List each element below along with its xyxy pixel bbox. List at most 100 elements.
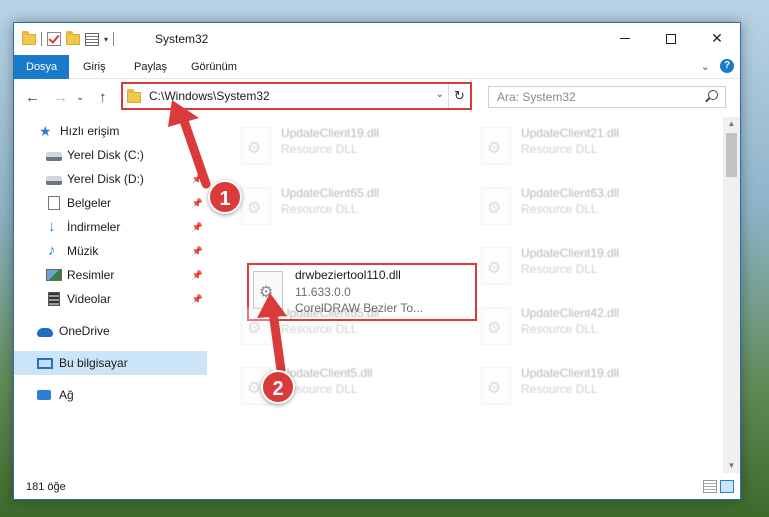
pin-icon[interactable]: 📌 [192,246,203,257]
file-tile[interactable]: UpdateClient19.dll Resource DLL [235,119,465,171]
address-bar[interactable]: C:\Windows\System32 ⌄ ↻ [121,82,472,110]
search-icon[interactable] [708,90,718,100]
sidebar-item-downloads[interactable]: ↓ İndirmeler 📌 [14,215,207,239]
file-tile[interactable]: UpdateClient65.dll Resource DLL [235,299,465,351]
sidebar-item-label: Hızlı erişim [60,124,120,138]
file-description: Resource DLL [281,322,358,336]
sidebar-item-this-pc[interactable]: Bu bilgisayar [14,351,207,375]
tab-paylas[interactable]: Paylaş [122,55,179,79]
file-tile[interactable]: UpdateClient65.dll Resource DLL [235,179,465,231]
help-icon[interactable]: ? [720,59,734,73]
sidebar-item-disk-c[interactable]: Yerel Disk (C:) [14,143,207,167]
file-list: UpdateClient19.dll Resource DLL UpdateCl… [213,117,723,473]
dll-file-icon [481,367,511,405]
pin-icon[interactable]: 📌 [192,198,203,209]
document-icon [48,196,60,210]
sidebar-item-label: Yerel Disk (C:) [67,148,144,162]
refresh-icon[interactable]: ↻ [448,84,470,108]
tab-giris[interactable]: Giriş [71,55,118,79]
search-box[interactable]: Ara: System32 [488,86,726,108]
scroll-down-arrow-icon[interactable]: ▼ [723,459,740,473]
sidebar-item-videos[interactable]: Videolar 📌 [14,287,207,311]
title-bar: ▾ System32 ✕ [14,23,740,55]
address-folder-icon [127,89,141,103]
file-name: UpdateClient63.dll [521,186,620,200]
sidebar-item-pictures[interactable]: Resimler 📌 [14,263,207,287]
close-button[interactable]: ✕ [694,23,740,54]
step-badge-2: 2 [261,370,295,404]
sidebar-item-label: Bu bilgisayar [59,356,128,370]
file-tile[interactable]: UpdateClient19.dll Resource DLL [475,359,705,411]
scrollbar-thumb[interactable] [726,133,737,177]
window-controls: ✕ [602,23,740,54]
recent-locations-chevron-icon[interactable]: ⌄ [76,92,84,103]
sidebar-item-label: Ağ [59,388,74,402]
address-path[interactable]: C:\Windows\System32 [149,89,270,103]
quick-access-toolbar: ▾ [22,30,115,47]
sidebar-item-label: Müzik [67,244,99,258]
pin-icon[interactable]: 📌 [192,270,203,281]
minimize-button[interactable] [602,23,648,54]
music-icon: ♪ [48,242,56,259]
up-arrow-icon[interactable]: ↑ [99,89,107,106]
dll-file-icon [241,127,271,165]
sidebar-item-label: Yerel Disk (D:) [67,172,144,186]
file-description: Resource DLL [521,382,598,396]
ribbon: Dosya Giriş Paylaş Görünüm ⌄ ? [14,55,740,79]
forward-arrow-icon[interactable]: → [53,89,68,106]
sidebar-item-label: Resimler [67,268,115,282]
this-pc-icon [37,357,53,369]
sidebar-item-network[interactable]: Ağ [14,383,207,407]
file-name: UpdateClient65.dll [281,306,380,320]
status-bar: 181 öğe [14,475,740,499]
file-name: UpdateClient5.dll [281,366,373,380]
rename-icon[interactable] [85,32,99,46]
sidebar-item-label: Belgeler [67,196,112,210]
dll-file-icon [481,307,511,345]
back-arrow-icon[interactable]: ← [25,89,40,106]
address-dropdown-chevron-icon[interactable]: ⌄ [436,89,444,100]
tab-gorunum[interactable]: Görünüm [179,55,249,79]
vertical-scrollbar[interactable]: ▲ ▼ [723,117,740,473]
tab-dosya[interactable]: Dosya [14,55,70,79]
file-tile[interactable]: UpdateClient21.dll Resource DLL [475,119,705,171]
sidebar-item-onedrive[interactable]: OneDrive [14,319,207,343]
sidebar-item-quick-access[interactable]: ★ Hızlı erişim [14,119,207,143]
dll-file-icon [481,187,511,225]
search-placeholder[interactable]: Ara: System32 [497,90,576,104]
sidebar-item-documents[interactable]: Belgeler 📌 [14,191,207,215]
network-icon [37,390,51,400]
scroll-up-arrow-icon[interactable]: ▲ [723,117,740,131]
onedrive-icon [37,328,53,337]
sidebar-item-music[interactable]: ♪ Müzik 📌 [14,239,207,263]
pictures-icon [46,269,62,281]
dll-file-icon [241,307,271,345]
large-icons-view-icon[interactable] [720,480,734,493]
details-view-icon[interactable] [703,480,717,493]
dll-file-icon [481,127,511,165]
sidebar-item-disk-d[interactable]: Yerel Disk (D:) 📌 [14,167,207,191]
pin-icon[interactable]: 📌 [192,174,203,185]
file-description: Resource DLL [521,322,598,336]
pin-icon[interactable]: 📌 [192,222,203,233]
properties-check-icon[interactable] [47,32,61,46]
sidebar-item-label: İndirmeler [67,220,121,234]
folder-icon[interactable] [22,30,36,45]
file-name: drwbeziertool110.dll [295,268,401,282]
pin-icon[interactable]: 📌 [192,294,203,305]
file-description: Resource DLL [521,142,598,156]
address-inner: C:\Windows\System32 [127,88,466,104]
file-tile[interactable]: UpdateClient63.dll Resource DLL [475,179,705,231]
navigation-bar: ← → ⌄ ↑ C:\Windows\System32 ⌄ ↻ Ara: Sys… [14,79,740,117]
new-folder-icon[interactable] [66,30,80,45]
customize-toolbar-chevron-icon[interactable]: ▾ [104,35,108,44]
maximize-button[interactable] [648,23,694,54]
maximize-icon [666,33,676,44]
file-description: Resource DLL [281,202,358,216]
expand-ribbon-chevron-icon[interactable]: ⌄ [701,60,710,73]
dll-file-icon [481,247,511,285]
drive-icon [46,176,62,185]
file-tile[interactable]: UpdateClient19.dll Resource DLL [475,239,705,291]
file-tile[interactable]: UpdateClient42.dll Resource DLL [475,299,705,351]
item-count: 181 öğe [26,481,66,493]
